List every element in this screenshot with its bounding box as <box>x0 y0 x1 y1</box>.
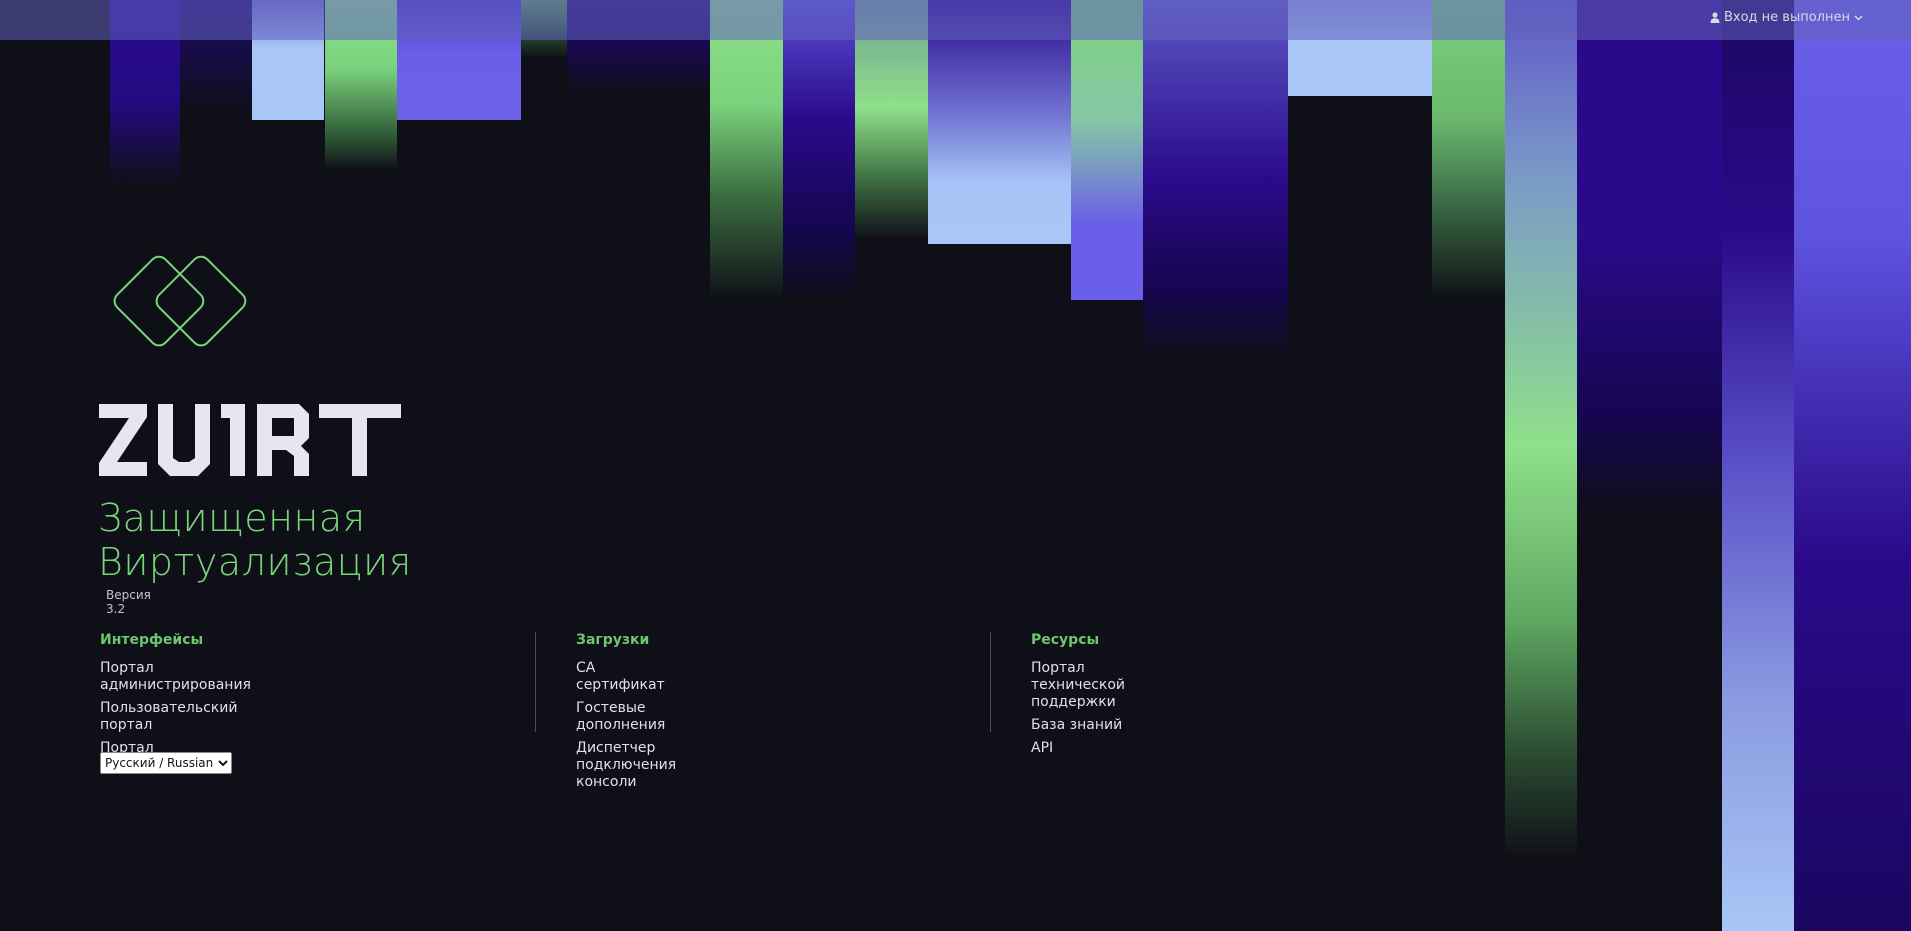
resources-column: Ресурсы Портал технической поддержки Баз… <box>1031 632 1125 763</box>
list-item: Портал администрирования <box>100 660 251 694</box>
admin-portal-link[interactable]: Портал администрирования <box>100 660 251 693</box>
decorative-bar <box>1143 0 1288 360</box>
version-label: Версия 3.2 <box>106 588 151 616</box>
list-item: Гостевые дополнения <box>576 700 676 734</box>
list-item: Диспетчер подключения консоли <box>576 740 676 791</box>
column-heading-resources: Ресурсы <box>1031 632 1100 648</box>
decorative-bar <box>1722 0 1794 931</box>
login-dropdown[interactable]: Вход не выполнен <box>1710 10 1863 25</box>
tagline-line-2: Виртуализация <box>98 540 412 584</box>
decorative-bar <box>710 0 783 300</box>
product-tagline: Защищенная Виртуализация <box>98 496 518 584</box>
support-portal-link[interactable]: Портал технической поддержки <box>1031 660 1125 710</box>
downloads-links: CA сертификат Гостевые дополнения Диспет… <box>576 660 676 791</box>
guest-tools-link[interactable]: Гостевые дополнения <box>576 700 665 733</box>
knowledge-base-link[interactable]: База знаний <box>1031 717 1122 733</box>
decorative-bar <box>1505 0 1577 860</box>
list-item: API <box>1031 740 1125 757</box>
column-divider <box>990 632 991 732</box>
brand-logo <box>99 404 401 480</box>
language-select[interactable]: Русский / Russian <box>100 752 232 774</box>
resources-links: Портал технической поддержки База знаний… <box>1031 660 1125 757</box>
column-divider <box>535 632 536 732</box>
column-heading-downloads: Загрузки <box>576 632 650 648</box>
list-item: Портал технической поддержки <box>1031 660 1125 711</box>
decorative-bar <box>1794 0 1911 931</box>
user-icon <box>1710 12 1720 23</box>
user-portal-link[interactable]: Пользовательский портал <box>100 700 237 733</box>
list-item: Пользовательский портал <box>100 700 251 734</box>
login-page: Вход не выполнен Защищенная Виртуализаци… <box>0 0 1911 931</box>
api-link[interactable]: API <box>1031 740 1053 756</box>
console-manager-link[interactable]: Диспетчер подключения консоли <box>576 740 676 790</box>
downloads-column: Загрузки CA сертификат Гостевые дополнен… <box>576 632 676 797</box>
chevron-down-icon <box>1854 14 1863 21</box>
header-bar <box>0 0 1911 40</box>
decorative-bar <box>1577 0 1722 520</box>
list-item: CA сертификат <box>576 660 676 694</box>
decorative-bar <box>1071 0 1143 300</box>
tagline-line-1: Защищенная <box>98 496 366 540</box>
decorative-bar <box>1432 0 1505 300</box>
double-diamond-logo-icon <box>100 245 250 371</box>
decorative-bar <box>783 0 855 300</box>
ca-certificate-link[interactable]: CA сертификат <box>576 660 665 693</box>
list-item: База знаний <box>1031 717 1125 734</box>
column-heading-interfaces: Интерфейсы <box>100 632 204 648</box>
login-status-label: Вход не выполнен <box>1723 10 1850 25</box>
